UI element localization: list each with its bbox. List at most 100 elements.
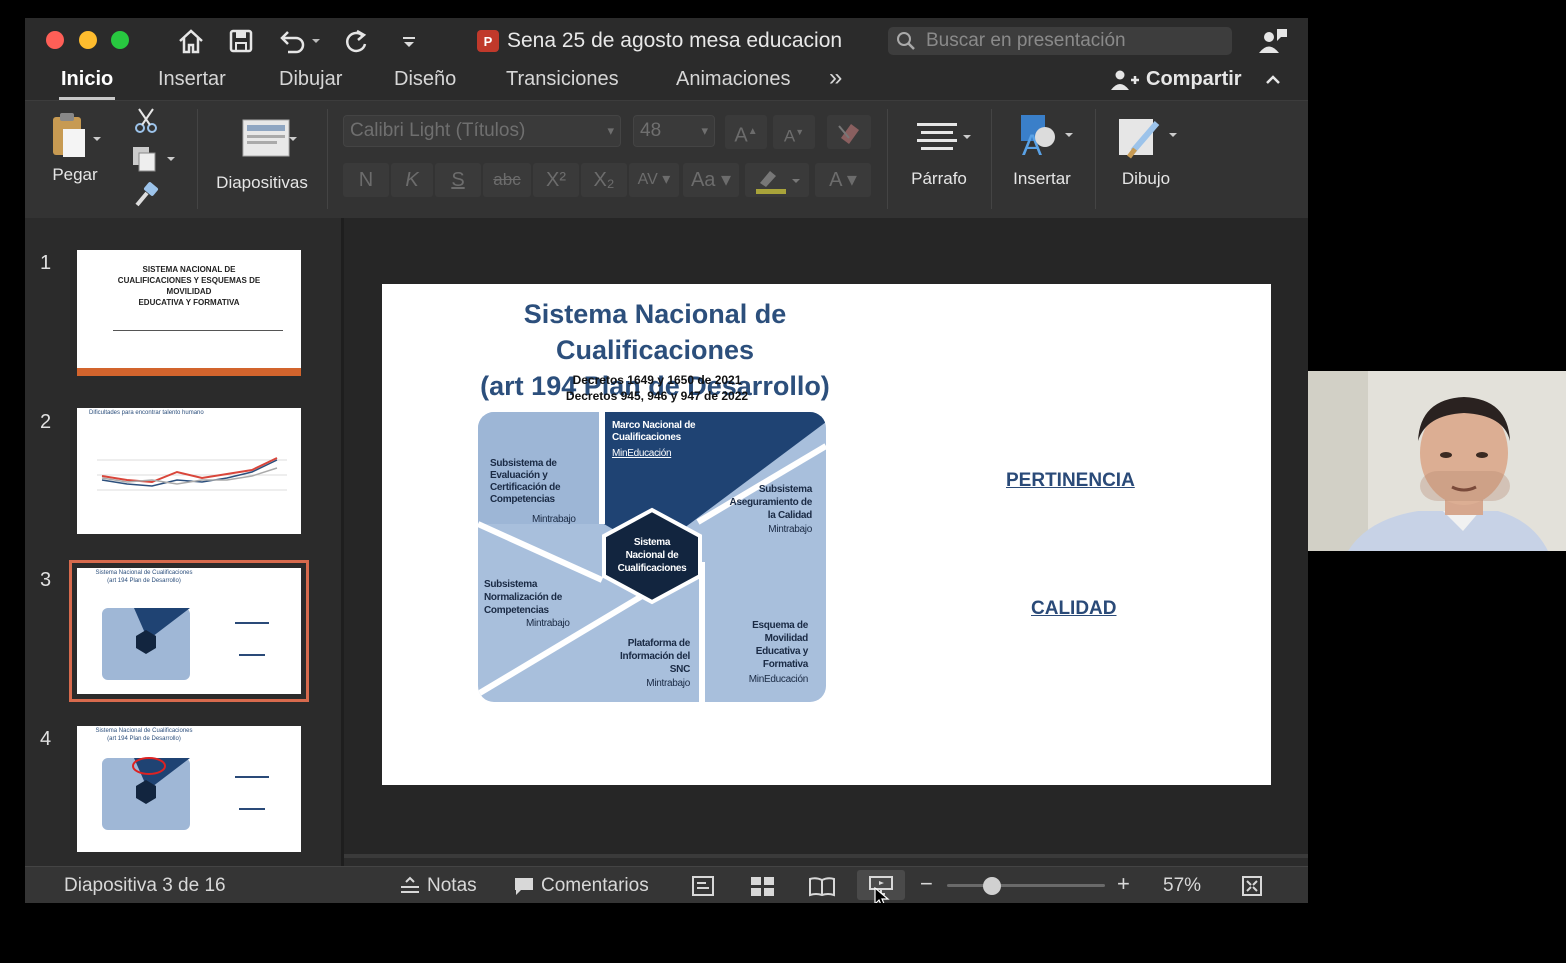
customize-toolbar-icon[interactable] bbox=[402, 28, 416, 61]
zoom-slider-thumb[interactable] bbox=[983, 877, 1001, 895]
more-tabs-button[interactable]: » bbox=[829, 64, 842, 98]
tab-dibujar[interactable]: Dibujar bbox=[279, 68, 342, 97]
undo-icon[interactable] bbox=[278, 28, 320, 60]
subscript-button[interactable]: X₂ bbox=[581, 163, 627, 197]
font-name-select[interactable]: Calibri Light (Títulos) ▾ bbox=[343, 115, 621, 147]
reading-view-icon[interactable] bbox=[808, 875, 836, 903]
separator bbox=[887, 109, 888, 209]
case-label: Aa bbox=[690, 169, 716, 191]
separator bbox=[991, 109, 992, 209]
shrink-font-label: A bbox=[783, 126, 796, 146]
slide-thumbnail-3[interactable]: Sistema Nacional de Cualificaciones (art… bbox=[69, 560, 309, 702]
powerpoint-file-icon: P bbox=[477, 30, 499, 52]
font-name-value: Calibri Light (Títulos) bbox=[350, 120, 526, 141]
tab-inicio[interactable]: Inicio bbox=[58, 68, 116, 100]
bold-button[interactable]: N bbox=[343, 163, 389, 197]
spacing-label: AV bbox=[637, 171, 658, 188]
copy-icon[interactable] bbox=[131, 145, 177, 178]
character-spacing-button[interactable]: AV ▾ bbox=[629, 163, 679, 197]
current-slide[interactable]: Sistema Nacional de Cualificaciones (art… bbox=[382, 284, 1271, 785]
separator bbox=[1095, 109, 1096, 209]
document-title-text: Sena 25 de agosto mesa educacion bbox=[507, 29, 843, 52]
thumbnail-3-title: Sistema Nacional de Cualificaciones (art… bbox=[89, 569, 199, 585]
thumbnail-4-title: Sistema Nacional de Cualificaciones (art… bbox=[89, 727, 199, 743]
decree-line: Decretos 1649 y 1650 de 2021 bbox=[572, 373, 742, 387]
share-label: Compartir bbox=[1146, 68, 1242, 90]
slide-sorter-icon[interactable] bbox=[750, 875, 776, 903]
zoom-level[interactable]: 57% bbox=[1163, 875, 1201, 897]
thumbnail-4-diagram bbox=[102, 757, 190, 830]
keyword-calidad[interactable]: CALIDAD bbox=[1031, 598, 1117, 620]
eraser-icon bbox=[838, 124, 859, 144]
insert-button[interactable]: A Insertar bbox=[1001, 111, 1083, 189]
search-box[interactable] bbox=[888, 27, 1232, 55]
slide-thumbnail-1[interactable]: SISTEMA NACIONAL DE CUALIFICACIONES Y ES… bbox=[77, 250, 301, 376]
share-button[interactable]: Compartir bbox=[1110, 68, 1242, 91]
participant-video-frame bbox=[1308, 371, 1566, 551]
grow-font-button[interactable]: A▲ bbox=[725, 115, 767, 149]
italic-button[interactable]: K bbox=[391, 163, 433, 197]
minimize-window-button[interactable] bbox=[79, 31, 97, 49]
shrink-font-button[interactable]: A▼ bbox=[773, 115, 815, 149]
tab-transiciones[interactable]: Transiciones bbox=[506, 68, 619, 97]
strikethrough-button[interactable]: abc bbox=[483, 163, 531, 197]
slides-button[interactable]: Diapositivas bbox=[211, 117, 313, 193]
mouse-pointer-icon bbox=[874, 886, 890, 903]
document-title: P Sena 25 de agosto mesa educacion bbox=[477, 26, 842, 56]
home-icon[interactable] bbox=[177, 28, 205, 60]
evaluacion-owner: Mintrabajo bbox=[532, 514, 576, 525]
chevron-down-icon: ▾ bbox=[701, 123, 708, 138]
slide-decrees[interactable]: Decretos 1649 y 1650 de 2021 Decretos 94… bbox=[532, 372, 782, 404]
clear-format-button[interactable] bbox=[827, 115, 871, 149]
highlight-button[interactable] bbox=[745, 163, 809, 197]
thumbnail-text: (art 194 Plan de Desarrollo) bbox=[107, 578, 181, 584]
feedback-icon[interactable] bbox=[1257, 26, 1289, 61]
fit-to-window-icon[interactable] bbox=[1241, 875, 1263, 903]
change-case-button[interactable]: Aa ▾ bbox=[683, 163, 739, 197]
thumbnail-keyword bbox=[239, 808, 265, 810]
comments-button[interactable]: Comentarios bbox=[513, 875, 649, 897]
zoom-in-button[interactable]: + bbox=[1117, 871, 1130, 897]
superscript-button[interactable]: X² bbox=[533, 163, 579, 197]
thumbnail-footer-bar bbox=[77, 368, 301, 376]
underline-button[interactable]: S bbox=[435, 163, 481, 197]
font-size-value: 48 bbox=[640, 120, 662, 141]
maximize-window-button[interactable] bbox=[111, 31, 129, 49]
slides-label: Diapositivas bbox=[216, 173, 308, 192]
scissors-icon[interactable] bbox=[133, 107, 159, 140]
separator bbox=[327, 109, 328, 209]
paintbrush-icon bbox=[1119, 119, 1177, 159]
paragraph-button[interactable]: Párrafo bbox=[901, 115, 977, 189]
add-person-icon bbox=[1111, 70, 1139, 90]
tab-insertar[interactable]: Insertar bbox=[158, 68, 226, 97]
close-window-button[interactable] bbox=[46, 31, 64, 49]
font-color-button[interactable]: A ▾ bbox=[815, 163, 871, 197]
paste-button[interactable]: Pegar bbox=[43, 111, 107, 185]
slide-thumbnail-4[interactable]: Sistema Nacional de Cualificaciones (art… bbox=[77, 726, 301, 852]
keyword-pertinencia[interactable]: PERTINENCIA bbox=[1006, 470, 1135, 492]
zoom-slider[interactable] bbox=[947, 877, 1105, 895]
tab-animaciones[interactable]: Animaciones bbox=[676, 68, 791, 97]
thumbnail-text: Sistema Nacional de Cualificaciones bbox=[95, 570, 193, 576]
zoom-out-button[interactable]: − bbox=[920, 871, 933, 897]
redo-icon[interactable] bbox=[343, 28, 371, 60]
slide-number: 4 bbox=[40, 728, 52, 750]
notes-splitter[interactable] bbox=[344, 854, 1308, 858]
thumbnail-text: CUALIFICACIONES Y ESQUEMAS DE bbox=[117, 276, 261, 285]
slide-thumbnail-2[interactable]: Dificultades para encontrar talento huma… bbox=[77, 408, 301, 534]
notes-button[interactable]: Notas bbox=[399, 875, 477, 897]
format-painter-icon[interactable] bbox=[133, 181, 159, 212]
thumbnail-2-title: Dificultades para encontrar talento huma… bbox=[89, 410, 204, 416]
font-size-select[interactable]: 48 ▾ bbox=[633, 115, 715, 147]
normal-view-icon[interactable] bbox=[691, 875, 715, 903]
search-input[interactable] bbox=[926, 30, 1216, 52]
thumbnail-text: (art 194 Plan de Desarrollo) bbox=[107, 736, 181, 742]
thumbnail-3-diagram bbox=[102, 608, 190, 680]
snc-diagram[interactable]: Marco Nacional de Cualificaciones MinEduc… bbox=[478, 412, 826, 702]
save-icon[interactable] bbox=[229, 28, 253, 60]
slides-layout-icon bbox=[242, 119, 297, 157]
tab-diseno[interactable]: Diseño bbox=[394, 68, 456, 97]
thumbnail-keyword bbox=[239, 654, 265, 656]
collapse-ribbon-icon[interactable] bbox=[1263, 70, 1283, 95]
draw-button[interactable]: Dibujo bbox=[1109, 113, 1183, 189]
